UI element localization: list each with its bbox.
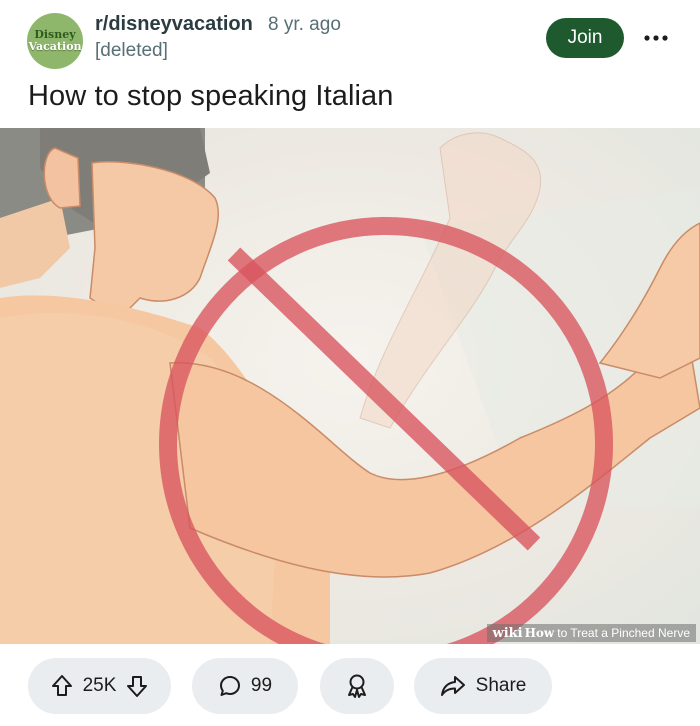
vote-count: 25K <box>82 675 117 696</box>
upvote-icon[interactable] <box>51 674 73 698</box>
comment-icon <box>218 674 242 698</box>
illustration <box>0 128 700 644</box>
post-header: Disney Vacation r/disneyvacation 8 yr. a… <box>0 0 700 128</box>
post-image[interactable]: wiki How to Treat a Pinched Nerve <box>0 128 700 644</box>
join-button[interactable]: Join <box>546 18 624 58</box>
award-icon <box>345 673 369 699</box>
downvote-icon[interactable] <box>126 674 148 698</box>
post-author: [deleted] <box>95 40 168 61</box>
post-age: 8 yr. ago <box>268 14 341 35</box>
post-title[interactable]: How to stop speaking Italian <box>28 80 394 113</box>
subreddit-avatar[interactable]: Disney Vacation <box>27 13 83 69</box>
share-label: Share <box>475 675 527 696</box>
comments-button[interactable]: 99 <box>192 658 298 714</box>
post-actions-bar: 25K 99 Share <box>0 644 700 726</box>
watermark-brand: wiki <box>492 625 523 641</box>
more-options-icon[interactable] <box>640 26 672 50</box>
comment-count: 99 <box>250 675 273 696</box>
share-icon <box>440 675 466 697</box>
share-button[interactable]: Share <box>414 658 552 714</box>
award-button[interactable] <box>320 658 394 714</box>
vote-control: 25K <box>28 658 171 714</box>
avatar-text-line2: Vacation <box>28 40 82 53</box>
wikihow-watermark: wiki How to Treat a Pinched Nerve <box>486 624 696 642</box>
subreddit-name[interactable]: r/disneyvacation <box>95 13 253 36</box>
watermark-how: How <box>524 626 555 640</box>
watermark-text: to Treat a Pinched Nerve <box>557 626 690 640</box>
